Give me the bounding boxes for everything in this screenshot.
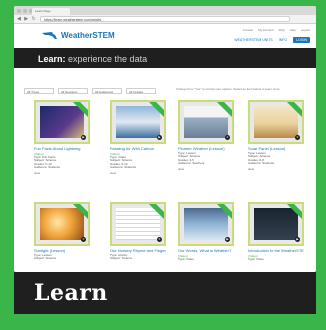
- lesson-card[interactable]: ≡ Sunlight (Lesson) Type: Lesson Subject…: [34, 202, 90, 261]
- play-icon: ▶: [295, 237, 300, 242]
- close-dot-icon[interactable]: [17, 9, 21, 13]
- thumbnail-image: [40, 106, 84, 138]
- thumbnail-image: [254, 106, 298, 138]
- window-controls[interactable]: [17, 9, 33, 13]
- card-thumbnail[interactable]: ▶: [34, 100, 90, 144]
- doc-icon: ≡: [295, 135, 300, 140]
- view-link[interactable]: view: [178, 167, 234, 171]
- thumbnail-image: [116, 106, 160, 138]
- page-title-rest: experience the data: [65, 54, 148, 64]
- filter-audience-select[interactable]: All Audiences: [92, 88, 122, 94]
- florida-map-icon: [42, 32, 57, 39]
- browser-tab[interactable]: Learn Page: [32, 8, 70, 15]
- minimize-dot-icon[interactable]: [23, 9, 27, 13]
- filter-bar: All Types All Sessions All Audiences All…: [24, 88, 156, 94]
- page-title-bold: Learn:: [38, 54, 66, 64]
- thumbnail-image: [116, 208, 160, 240]
- lesson-card[interactable]: ≡ Our Nursery Rhyme and Finger Play (Act…: [110, 202, 166, 261]
- play-icon: ▶: [81, 135, 86, 140]
- browser-nav-icons[interactable]: ◀ ▶ ↻: [17, 16, 37, 22]
- doc-icon: ≡: [81, 237, 86, 242]
- lesson-card[interactable]: ≡ Pioneer Weather (Lesson) Type: Lesson …: [178, 100, 234, 171]
- nav-link-units[interactable]: WEATHERSTEM UNITS: [234, 38, 272, 42]
- card-meta: Type: Video: [178, 256, 194, 261]
- caption-bar: Learn: [14, 272, 316, 314]
- card-meta: Audience: Teachers: [178, 161, 205, 166]
- card-thumbnail[interactable]: ▶: [110, 100, 166, 144]
- view-link[interactable]: view: [248, 167, 304, 171]
- play-icon: ▶: [225, 237, 230, 242]
- lesson-card[interactable]: ▶ Our Words: What is Weather? (Video) Ty…: [178, 202, 234, 261]
- green-frame: Learn Page ◀ ▶ ↻ https://learn.weatherst…: [0, 0, 326, 330]
- card-title[interactable]: Our Words: What is Weather?: [178, 249, 234, 254]
- top-link[interactable]: Help: [290, 28, 296, 32]
- top-link[interactable]: Contact: [243, 28, 253, 32]
- filter-type-select[interactable]: All Types: [24, 88, 54, 94]
- card-thumbnail[interactable]: ≡: [34, 202, 90, 246]
- doc-icon: ≡: [157, 237, 162, 242]
- filter-session-select[interactable]: All Sessions: [58, 88, 88, 94]
- main-nav: WEATHERSTEM UNITS INFO LOGIN: [234, 37, 310, 43]
- lesson-card[interactable]: ≡ Solar Panel (Lesson) Type: Lesson Subj…: [248, 100, 304, 171]
- card-title[interactable]: Introduction to the WeatherSTEM Unit: [248, 249, 304, 254]
- card-thumbnail[interactable]: ≡: [178, 100, 234, 144]
- lesson-card[interactable]: ▶ Fun Facts About Lightning (Video) Type…: [34, 100, 90, 175]
- view-link[interactable]: view: [34, 171, 90, 175]
- site-header: WeatherSTEM Contact My Account FAQ Help …: [14, 24, 316, 48]
- thumbnail-image: [184, 208, 228, 240]
- nav-link-info[interactable]: INFO: [279, 38, 287, 42]
- card-thumbnail[interactable]: ▶: [178, 202, 234, 246]
- page-banner: Learn: experience the data: [14, 48, 316, 68]
- card-meta: Subject: Science: [34, 256, 57, 261]
- doc-icon: ≡: [225, 135, 230, 140]
- page-title: Learn: experience the data: [38, 54, 147, 64]
- card-meta: Audience: Students: [248, 161, 275, 166]
- top-link[interactable]: Logout: [301, 28, 310, 32]
- card-meta: Audience: Students: [34, 165, 61, 170]
- top-links: Contact My Account FAQ Help Logout: [243, 28, 310, 32]
- card-thumbnail[interactable]: ▶: [248, 202, 304, 246]
- thumbnail-image: [184, 106, 228, 138]
- play-icon: ▶: [157, 135, 162, 140]
- card-meta: Subject: Science: [110, 256, 133, 261]
- thumbnail-image: [40, 208, 84, 240]
- address-bar[interactable]: https://learn.weatherstem.com/grid/ly: [40, 16, 290, 22]
- caption-title: Learn: [34, 280, 108, 306]
- lesson-card[interactable]: ▶ Introduction to the WeatherSTEM Unit (…: [248, 202, 304, 261]
- filter-grade-select[interactable]: All Grades: [126, 88, 156, 94]
- login-button[interactable]: LOGIN: [293, 37, 310, 43]
- top-link[interactable]: My Account: [258, 28, 274, 32]
- thumbnail-image: [254, 208, 298, 240]
- browser-tab-strip: Learn Page: [14, 6, 316, 15]
- card-meta: Audience: Students: [110, 165, 137, 170]
- logo-text: WeatherSTEM: [61, 31, 115, 40]
- browser-toolbar: ◀ ▶ ↻ https://learn.weatherstem.com/grid…: [14, 15, 316, 24]
- filter-note: Change from "Yes" to narrow your options…: [176, 87, 281, 91]
- top-link[interactable]: FAQ: [279, 28, 285, 32]
- view-link[interactable]: view: [110, 171, 166, 175]
- card-thumbnail[interactable]: ≡: [248, 100, 304, 144]
- lesson-card[interactable]: ▶ Rotating Air With Carbon (Video) Type:…: [110, 100, 166, 175]
- card-meta: Type: Video: [248, 256, 264, 261]
- site-logo[interactable]: WeatherSTEM: [42, 31, 115, 40]
- card-thumbnail[interactable]: ≡: [110, 202, 166, 246]
